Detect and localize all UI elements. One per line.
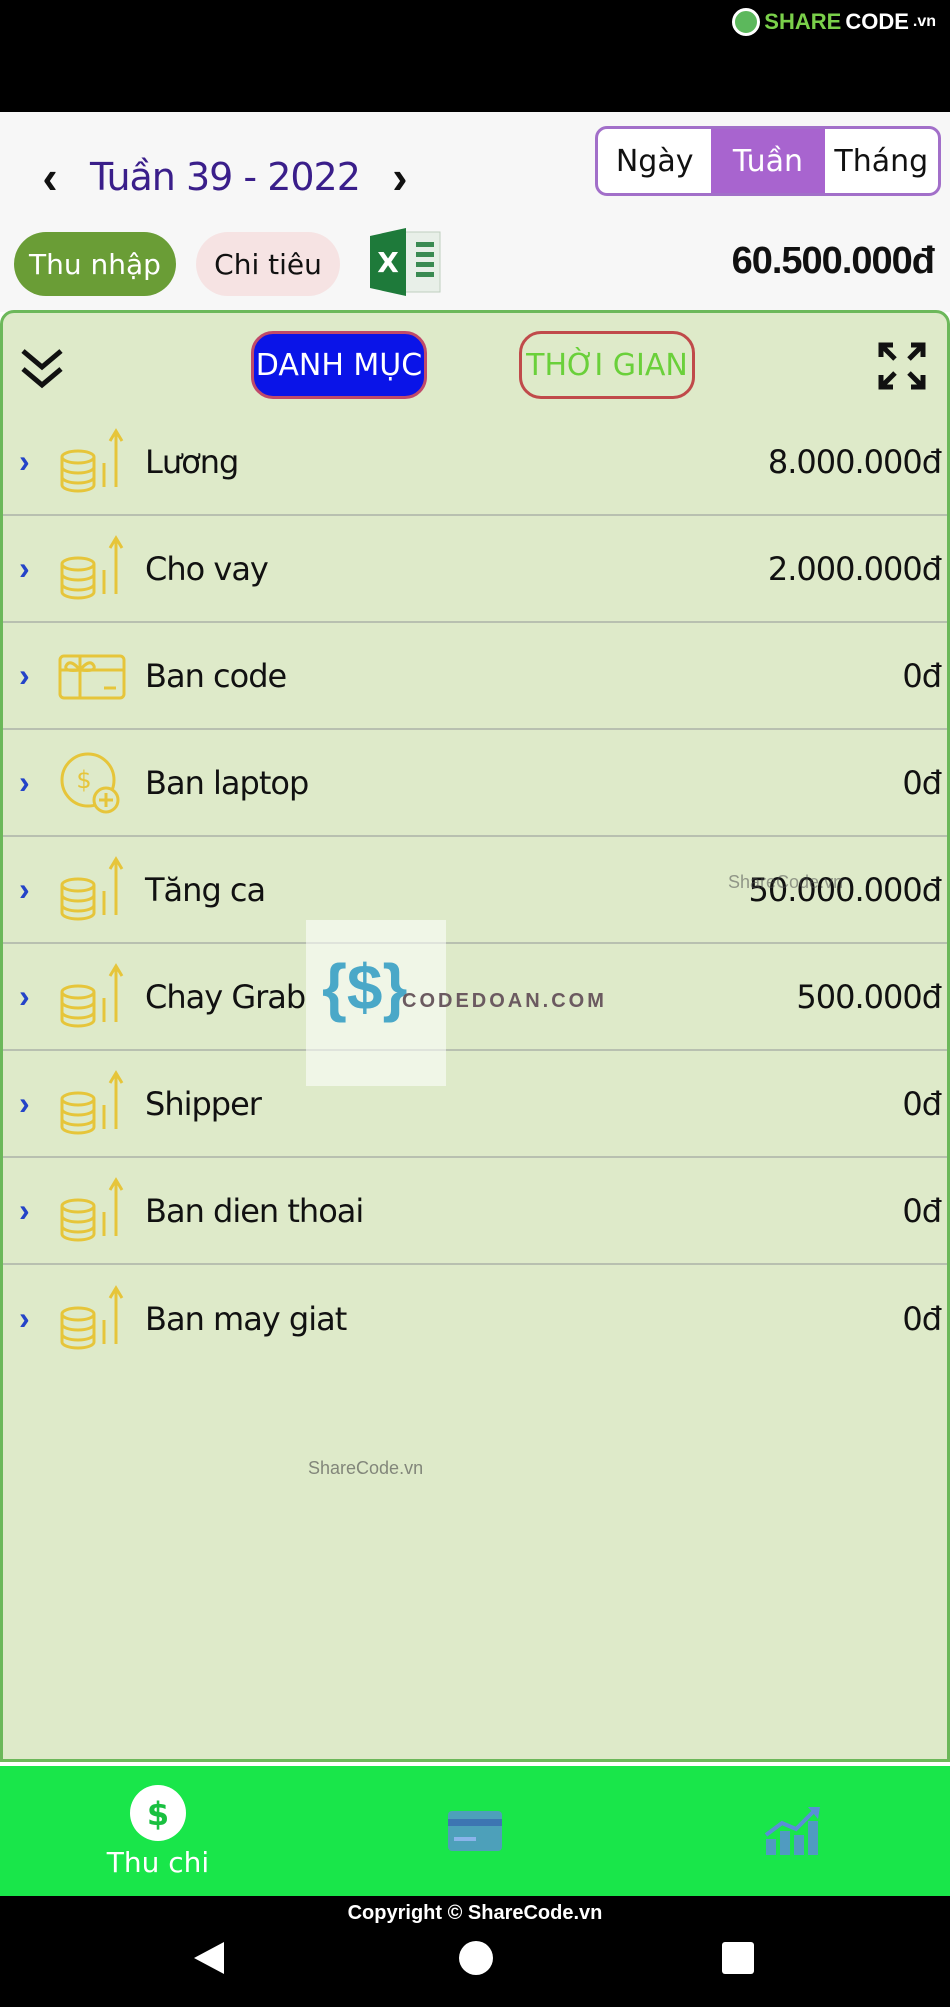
recent-apps-icon[interactable] xyxy=(718,1938,758,1978)
period-month-button[interactable]: Tháng xyxy=(825,129,938,193)
expand-row-icon[interactable]: › xyxy=(3,978,47,1015)
category-amount: 2.000.000đ xyxy=(767,549,942,588)
svg-text:$: $ xyxy=(76,766,91,794)
expand-row-icon[interactable]: › xyxy=(3,1192,47,1229)
coins-up-icon xyxy=(47,959,137,1035)
nav-thu-chi-label: Thu chi xyxy=(106,1845,210,1879)
collapse-all-icon[interactable] xyxy=(19,343,65,393)
dollar-circle-icon: $ xyxy=(130,1784,186,1841)
nav-thu-chi[interactable]: $ Thu chi xyxy=(78,1766,238,1896)
category-row[interactable]: › $ Ban laptop 0đ xyxy=(3,730,947,837)
svg-text:$: $ xyxy=(147,1795,169,1833)
category-amount: 0đ xyxy=(902,1191,942,1230)
expand-row-icon[interactable]: › xyxy=(3,657,47,694)
coins-up-icon xyxy=(47,531,137,607)
category-name: Shipper xyxy=(145,1084,262,1123)
expand-row-icon[interactable]: › xyxy=(3,871,47,908)
credit-card-icon xyxy=(448,1811,502,1851)
expand-row-icon[interactable]: › xyxy=(3,550,47,587)
nav-report[interactable] xyxy=(712,1766,872,1896)
expense-tab[interactable]: Chi tiêu xyxy=(196,232,340,296)
coins-up-icon xyxy=(47,424,137,500)
week-navigator: ‹ Tuần 39 - 2022 › xyxy=(30,142,420,212)
prev-week-button[interactable]: ‹ xyxy=(30,154,70,200)
expand-row-icon[interactable]: › xyxy=(3,764,47,801)
dollar-plus-icon: $ xyxy=(47,745,137,821)
chart-up-icon xyxy=(764,1807,820,1855)
fullscreen-icon[interactable] xyxy=(877,341,927,391)
category-name: Ban laptop xyxy=(145,763,309,802)
coins-up-icon xyxy=(47,1066,137,1142)
codedoan-watermark: CODEDOAN.COM xyxy=(402,990,607,1012)
category-name: Cho vay xyxy=(145,549,269,588)
expand-row-icon[interactable]: › xyxy=(3,1300,47,1337)
codedoan-logo-icon: {$} xyxy=(322,951,408,1023)
nav-card[interactable] xyxy=(395,1766,555,1896)
sharecode-logo: SHARE CODE .vn xyxy=(732,8,936,36)
category-row[interactable]: › Cho vay 2.000.000đ xyxy=(3,516,947,623)
gift-card-icon xyxy=(47,638,137,714)
category-row[interactable]: › Ban dien thoai 0đ xyxy=(3,1158,947,1265)
expand-row-icon[interactable]: › xyxy=(3,1085,47,1122)
period-day-button[interactable]: Ngày xyxy=(598,129,711,193)
total-amount: 60.500.000đ xyxy=(731,240,935,282)
category-row[interactable]: › Shipper 0đ xyxy=(3,1051,947,1158)
category-name: Lương xyxy=(145,442,239,481)
sharecode-watermark: ShareCode.vn xyxy=(308,1458,424,1478)
sharecode-watermark: ShareCode.vn xyxy=(728,872,844,892)
category-panel: DANH MỤC THỜI GIAN › Lương 8.000.000đ › … xyxy=(0,310,950,1762)
system-navigation-bar: Copyright © ShareCode.vn xyxy=(0,1896,950,2007)
coins-up-icon xyxy=(47,852,137,928)
back-icon[interactable] xyxy=(190,1938,230,1978)
next-week-button[interactable]: › xyxy=(380,154,420,200)
category-amount: 500.000đ xyxy=(796,977,942,1016)
income-tab[interactable]: Thu nhập xyxy=(14,232,176,296)
copyright-text: Copyright © ShareCode.vn xyxy=(347,1902,603,1924)
expand-row-icon[interactable]: › xyxy=(3,443,47,480)
category-amount: 8.000.000đ xyxy=(767,442,942,481)
category-name: Ban dien thoai xyxy=(145,1191,364,1230)
coins-up-icon xyxy=(47,1173,137,1249)
category-name: Ban code xyxy=(145,656,287,695)
sharecode-logo-icon xyxy=(732,8,761,36)
category-amount: 0đ xyxy=(902,656,942,695)
category-row[interactable]: › Ban may giat 0đ xyxy=(3,1265,947,1372)
category-row[interactable]: › Ban code 0đ xyxy=(3,623,947,730)
home-icon[interactable] xyxy=(456,1938,496,1978)
category-view-button[interactable]: DANH MỤC xyxy=(251,331,427,399)
excel-export-icon[interactable]: X xyxy=(366,226,444,298)
category-row[interactable]: › Lương 8.000.000đ xyxy=(3,409,947,516)
time-view-button[interactable]: THỜI GIAN xyxy=(519,331,695,399)
coins-up-icon xyxy=(47,1281,137,1357)
period-week-button[interactable]: Tuần xyxy=(711,129,825,193)
category-amount: 0đ xyxy=(902,1299,942,1338)
header: ‹ Tuần 39 - 2022 › Ngày Tuần Tháng Thu n… xyxy=(0,112,950,312)
period-selector: Ngày Tuần Tháng xyxy=(595,126,941,196)
bottom-navigation: $ Thu chi xyxy=(0,1766,950,1896)
category-amount: 0đ xyxy=(902,1084,942,1123)
category-name: Ban may giat xyxy=(145,1299,347,1338)
week-title: Tuần 39 - 2022 xyxy=(90,155,361,199)
category-name: Tăng ca xyxy=(145,870,266,909)
svg-text:X: X xyxy=(377,246,399,279)
category-amount: 0đ xyxy=(902,763,942,802)
